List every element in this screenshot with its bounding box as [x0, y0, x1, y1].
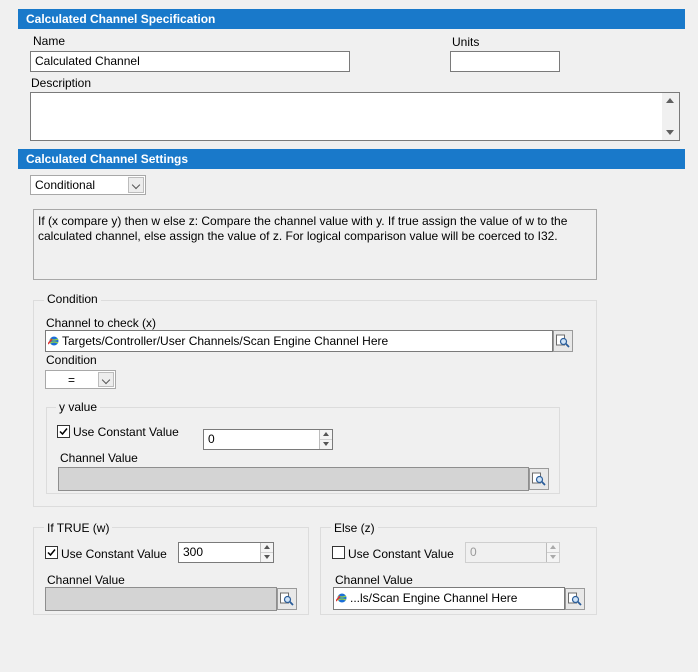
browse-channel-y-button[interactable]	[529, 468, 549, 490]
spin-down-icon[interactable]	[547, 553, 559, 562]
settings-header: Calculated Channel Settings	[18, 149, 685, 169]
w-constant-spinner[interactable]	[260, 543, 273, 562]
scroll-up-icon[interactable]	[666, 98, 674, 103]
browse-magnifier-icon	[568, 592, 582, 606]
spin-up-icon[interactable]	[261, 543, 273, 553]
condition-value: =	[68, 373, 76, 387]
spin-up-icon[interactable]	[547, 543, 559, 553]
else-group-title: Else (z)	[331, 521, 378, 535]
channel-globe-icon	[336, 593, 347, 603]
z-channel-label: Channel Value	[335, 573, 413, 587]
spin-down-icon[interactable]	[261, 553, 273, 562]
channel-to-check-value: Targets/Controller/User Channels/Scan En…	[62, 334, 389, 348]
w-constant-input[interactable]: 300	[178, 542, 274, 563]
w-channel-input[interactable]	[45, 587, 277, 611]
checkmark-icon	[59, 428, 68, 436]
description-textarea[interactable]	[30, 92, 680, 141]
info-box: If (x compare y) then w else z: Compare …	[33, 209, 597, 280]
condition-select[interactable]: =	[45, 370, 116, 389]
calc-type-value: Conditional	[35, 178, 96, 192]
z-use-constant-label: Use Constant Value	[348, 547, 454, 561]
w-use-constant-checkbox[interactable]	[45, 546, 58, 559]
info-text: If (x compare y) then w else z: Compare …	[38, 214, 568, 243]
y-channel-label: Channel Value	[60, 451, 138, 465]
channel-to-check-input[interactable]: Targets/Controller/User Channels/Scan En…	[45, 330, 553, 352]
chevron-down-icon[interactable]	[128, 177, 144, 193]
spec-header: Calculated Channel Specification	[18, 9, 685, 29]
z-constant-value: 0	[470, 545, 477, 559]
z-channel-input[interactable]: ...ls/Scan Engine Channel Here	[333, 587, 565, 610]
y-constant-spinner[interactable]	[319, 430, 332, 449]
y-constant-input[interactable]: 0	[203, 429, 333, 450]
channel-globe-icon	[48, 336, 59, 346]
channel-to-check-label: Channel to check (x)	[46, 316, 157, 330]
description-label: Description	[31, 76, 92, 90]
z-constant-spinner[interactable]	[546, 543, 559, 562]
browse-magnifier-icon	[532, 472, 546, 486]
browse-channel-x-button[interactable]	[553, 330, 573, 352]
name-label: Name	[33, 34, 66, 48]
w-channel-label: Channel Value	[47, 573, 125, 587]
calc-type-select[interactable]: Conditional	[30, 175, 146, 195]
chevron-down-icon[interactable]	[98, 372, 114, 387]
z-channel-value: ...ls/Scan Engine Channel Here	[350, 591, 518, 605]
spin-down-icon[interactable]	[320, 440, 332, 449]
browse-channel-z-button[interactable]	[565, 588, 585, 610]
description-scrollbar[interactable]	[662, 93, 679, 140]
y-value-group-title: y value	[56, 400, 101, 414]
scroll-down-icon[interactable]	[666, 130, 674, 135]
browse-channel-w-button[interactable]	[277, 588, 297, 610]
name-input[interactable]: Calculated Channel	[30, 51, 350, 72]
if-true-group-title: If TRUE (w)	[44, 521, 113, 535]
y-use-constant-label: Use Constant Value	[73, 425, 179, 439]
condition-group-title: Condition	[44, 292, 101, 306]
y-channel-input[interactable]	[58, 467, 529, 491]
units-input[interactable]	[450, 51, 560, 72]
browse-magnifier-icon	[280, 592, 294, 606]
spin-up-icon[interactable]	[320, 430, 332, 440]
w-use-constant-label: Use Constant Value	[61, 547, 167, 561]
y-use-constant-checkbox[interactable]	[57, 425, 70, 438]
condition-label: Condition	[46, 353, 97, 367]
z-use-constant-checkbox[interactable]	[332, 546, 345, 559]
units-label: Units	[452, 35, 480, 49]
browse-magnifier-icon	[556, 334, 570, 348]
checkmark-icon	[47, 549, 56, 557]
y-constant-value: 0	[208, 432, 215, 446]
w-constant-value: 300	[183, 545, 204, 559]
z-constant-input[interactable]: 0	[465, 542, 560, 563]
